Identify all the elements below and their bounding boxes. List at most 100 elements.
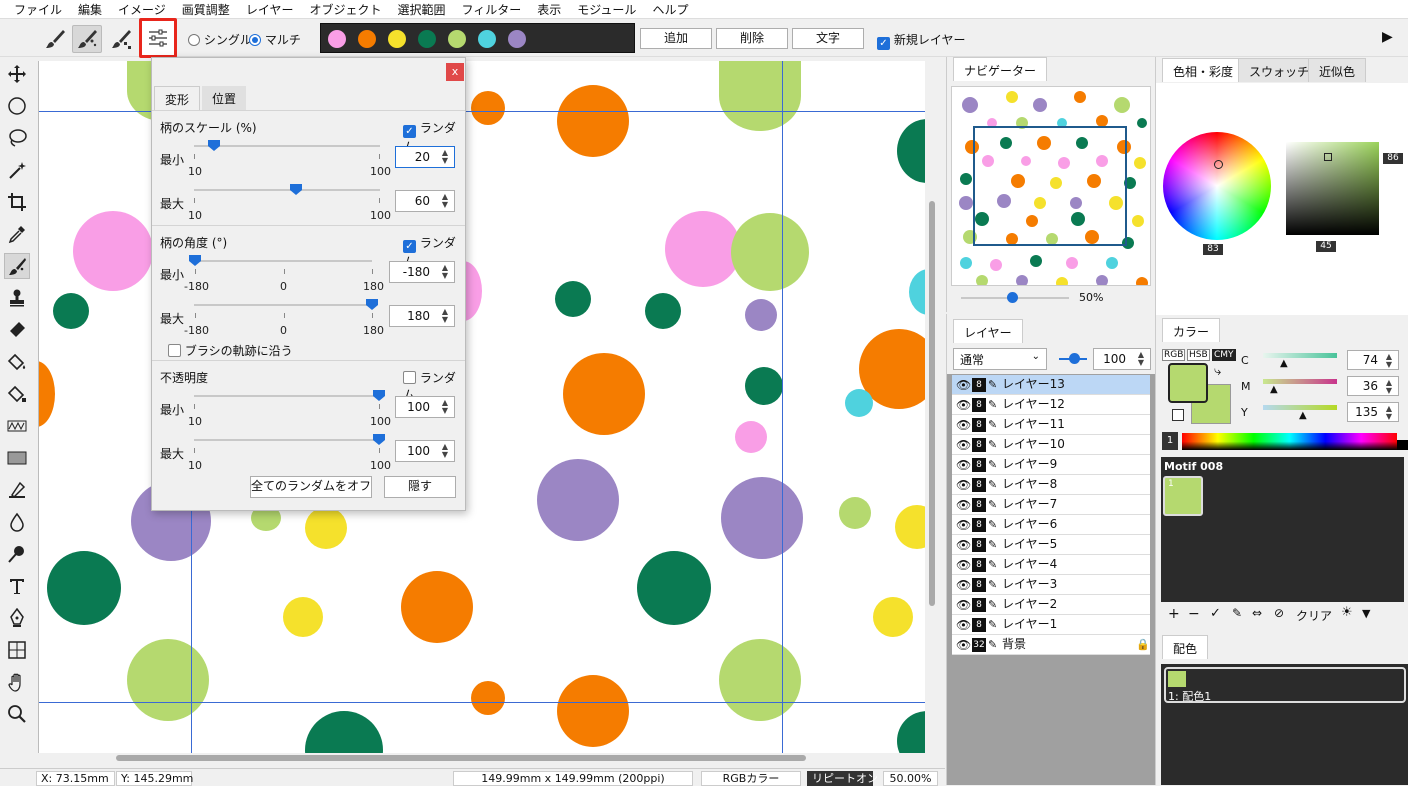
palette-color-swatch[interactable] [358,30,376,48]
minus-icon[interactable]: − [1188,606,1200,622]
layer-row[interactable]: 👁 8 ✎ レイヤー4 [952,555,1150,575]
spinner-icon[interactable]: ▲ ▼ [1382,353,1396,369]
hue-wheel[interactable] [1163,132,1271,240]
mode-cmy[interactable]: CMY [1212,349,1236,361]
palette-color-swatch[interactable] [508,30,526,48]
swap-horizontal-icon[interactable]: ⇔ [1252,606,1262,620]
scale-min-slider[interactable] [194,145,380,147]
tab-color[interactable]: カラー [1162,318,1221,342]
layer-row[interactable]: 👁 8 ✎ レイヤー13 [952,375,1150,395]
layer-row[interactable]: 👁 8 ✎ レイヤー3 [952,575,1150,595]
mode-hsb[interactable]: HSB [1187,349,1210,361]
menu-adjust[interactable]: 画質調整 [174,0,238,18]
opacity-min-thumb[interactable] [373,390,385,401]
dropdown-arrow-icon[interactable]: ▼ [1362,607,1370,620]
menu-file[interactable]: ファイル [6,0,70,18]
pencil-icon[interactable]: ✎ [988,458,997,472]
layer-row[interactable]: 👁 8 ✎ レイヤー8 [952,475,1150,495]
brush-icon[interactable] [40,25,70,53]
palette-color-swatch[interactable] [328,30,346,48]
pencil-icon[interactable]: ✎ [988,558,997,572]
pencil-icon[interactable]: ✎ [988,498,997,512]
c-thumb-icon[interactable]: ▲ [1280,358,1288,369]
checkmark-icon[interactable]: ✓ [1210,606,1221,621]
eye-icon[interactable]: 👁 [956,418,971,432]
eye-icon[interactable]: 👁 [956,518,971,532]
eyedropper-icon[interactable] [4,221,30,247]
m-input[interactable]: 36 ▲ ▼ [1347,376,1399,396]
lasso-icon[interactable] [4,125,30,151]
layer-row[interactable]: 👁 8 ✎ レイヤー10 [952,435,1150,455]
menu-edit[interactable]: 編集 [70,0,110,18]
spinner-icon[interactable]: ▲ ▼ [1382,379,1396,395]
motif-brush-icon[interactable] [72,25,102,53]
settings-sliders-icon[interactable] [139,18,177,58]
menu-select[interactable]: 選択範囲 [389,0,453,18]
spinner-icon[interactable]: ▲ ▼ [438,264,452,280]
scale-max-slider[interactable] [194,189,380,191]
menu-module[interactable]: モジュール [569,0,644,18]
motif-item[interactable]: 1 [1163,476,1203,516]
pencil-icon[interactable]: ✎ [988,478,997,492]
blend-mode-select[interactable]: 通常 ⌄ [953,348,1047,370]
all-random-off-button[interactable]: 全てのランダムをオフ [250,476,372,498]
eye-icon[interactable]: 👁 [956,578,971,592]
angle-max-input[interactable]: 180 ▲ ▼ [389,305,455,327]
menu-layer[interactable]: レイヤー [238,0,302,18]
pencil-icon[interactable]: ✎ [1232,606,1242,620]
eye-icon[interactable]: 👁 [956,458,971,472]
eye-icon[interactable]: 👁 [956,378,971,392]
eye-icon[interactable]: 👁 [956,638,971,652]
layer-row[interactable]: 👁 8 ✎ レイヤー9 [952,455,1150,475]
scale-min-input[interactable]: 20 ▲ ▼ [395,146,455,168]
ellipse-select-icon[interactable] [4,93,30,119]
close-icon[interactable]: x [446,63,464,81]
reset-colors-icon[interactable] [1172,409,1184,421]
clear-button[interactable]: クリア [1296,607,1332,624]
angle-min-thumb[interactable] [189,255,201,266]
eye-icon[interactable]: 👁 [956,618,971,632]
palette-color-swatch[interactable] [448,30,466,48]
pattern-bucket-icon[interactable] [4,381,30,407]
pencil-icon[interactable]: ✎ [988,538,997,552]
no-entry-icon[interactable]: ⊘ [1274,606,1284,620]
new-layer-checkbox[interactable]: ✓ 新規レイヤー [877,31,965,50]
crop-icon[interactable] [4,189,30,215]
pencil-icon[interactable]: ✎ [988,578,997,592]
tab-transform[interactable]: 変形 [154,86,201,110]
transform-grid-icon[interactable] [4,637,30,663]
gradient-icon[interactable] [4,413,30,439]
pencil-icon[interactable]: ✎ [988,378,997,392]
eye-icon[interactable]: 👁 [956,438,971,452]
layer-row[interactable]: 👁 8 ✎ レイヤー6 [952,515,1150,535]
spinner-icon[interactable]: ▲ ▼ [438,149,452,165]
repeat-toggle[interactable]: リピートオン [807,771,878,786]
y-thumb-icon[interactable]: ▲ [1299,410,1307,421]
opacity-max-thumb[interactable] [373,434,385,445]
eye-icon[interactable]: 👁 [956,558,971,572]
move-tool-icon[interactable] [4,61,30,87]
layer-row[interactable]: 👁 8 ✎ レイヤー1 [952,615,1150,635]
black-swatch[interactable] [1397,440,1408,450]
m-thumb-icon[interactable]: ▲ [1270,384,1278,395]
eye-icon[interactable]: 👁 [956,498,971,512]
opacity-min-input[interactable]: 100 ▲ ▼ [395,396,455,418]
eye-icon[interactable]: 👁 [956,538,971,552]
menu-filter[interactable]: フィルター [453,0,529,18]
eye-icon[interactable]: 👁 [956,478,971,492]
text-button[interactable]: 文字 [792,28,864,49]
sun-icon[interactable]: ☀ [1341,605,1353,620]
eye-icon[interactable]: 👁 [956,598,971,612]
pen-tool-icon[interactable] [4,605,30,631]
palette-color-swatch[interactable] [388,30,406,48]
magic-wand-icon[interactable] [4,157,30,183]
layer-row-background[interactable]: 👁 32 ✎ 背景 🔒 [952,635,1150,655]
add-icon[interactable]: + [1168,606,1180,622]
hue-marker[interactable] [1214,160,1223,169]
pencil-icon[interactable]: ✎ [988,618,997,632]
pattern-brush-icon[interactable] [106,25,136,53]
layer-row[interactable]: 👁 8 ✎ レイヤー2 [952,595,1150,615]
delete-button[interactable]: 削除 [716,28,788,49]
menu-view[interactable]: 表示 [529,0,569,18]
angle-min-input[interactable]: -180 ▲ ▼ [389,261,455,283]
